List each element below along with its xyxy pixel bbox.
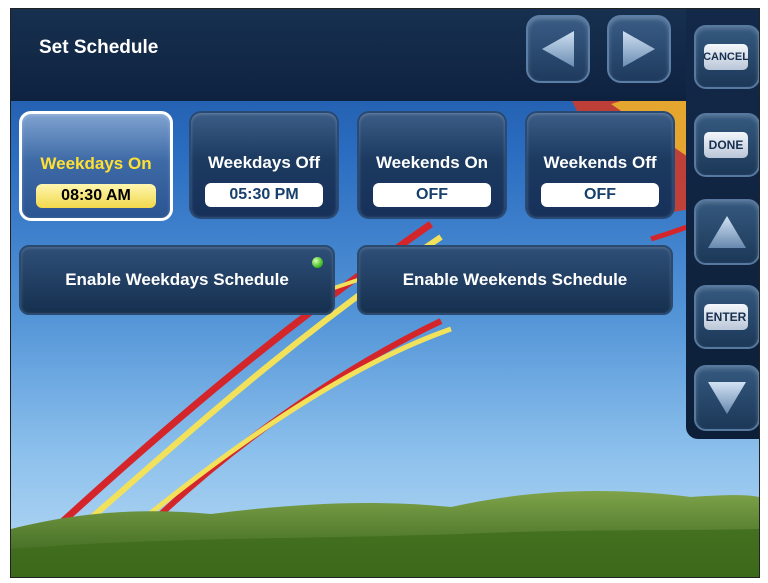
enable-weekends-label: Enable Weekends Schedule: [402, 270, 628, 289]
down-button[interactable]: [694, 365, 759, 431]
streamer-red-3: [650, 224, 688, 242]
tile-label: Weekends On: [375, 153, 489, 172]
prev-button[interactable]: [526, 15, 590, 83]
touch-panel-screen: Set Schedule CANCEL DONE ENTER Weekdays …: [10, 8, 760, 578]
tile-time-value: 05:30 PM: [205, 183, 323, 207]
page-title: Set Schedule: [39, 37, 159, 58]
tile-weekends-off[interactable]: Weekends Off OFF: [525, 111, 675, 219]
tile-time-value: OFF: [541, 183, 659, 207]
cancel-button[interactable]: CANCEL: [694, 25, 759, 89]
done-label: DONE: [704, 132, 748, 158]
status-led-icon: [312, 257, 323, 268]
enter-button[interactable]: ENTER: [694, 285, 759, 349]
header-bar: Set Schedule: [11, 9, 686, 101]
triangle-down-icon: [708, 382, 746, 414]
triangle-right-icon: [623, 31, 655, 67]
up-button[interactable]: [694, 199, 759, 265]
tile-weekdays-off[interactable]: Weekdays Off 05:30 PM: [189, 111, 339, 219]
enable-weekdays-button[interactable]: Enable Weekdays Schedule: [19, 245, 335, 315]
enter-label: ENTER: [704, 304, 748, 330]
enable-weekends-button[interactable]: Enable Weekends Schedule: [357, 245, 673, 315]
tile-label: Weekends Off: [543, 153, 657, 172]
triangle-up-icon: [708, 216, 746, 248]
tile-weekends-on[interactable]: Weekends On OFF: [357, 111, 507, 219]
tile-weekdays-on[interactable]: Weekdays On 08:30 AM: [19, 111, 173, 221]
next-button[interactable]: [607, 15, 671, 83]
done-button[interactable]: DONE: [694, 113, 759, 177]
enable-weekdays-label: Enable Weekdays Schedule: [65, 270, 289, 289]
side-control-panel: CANCEL DONE ENTER: [686, 9, 759, 439]
tile-label: Weekdays Off: [207, 153, 321, 172]
cancel-label: CANCEL: [703, 44, 749, 70]
tile-label: Weekdays On: [40, 154, 152, 173]
tile-time-value: 08:30 AM: [36, 184, 156, 208]
triangle-left-icon: [542, 31, 574, 67]
tile-time-value: OFF: [373, 183, 491, 207]
